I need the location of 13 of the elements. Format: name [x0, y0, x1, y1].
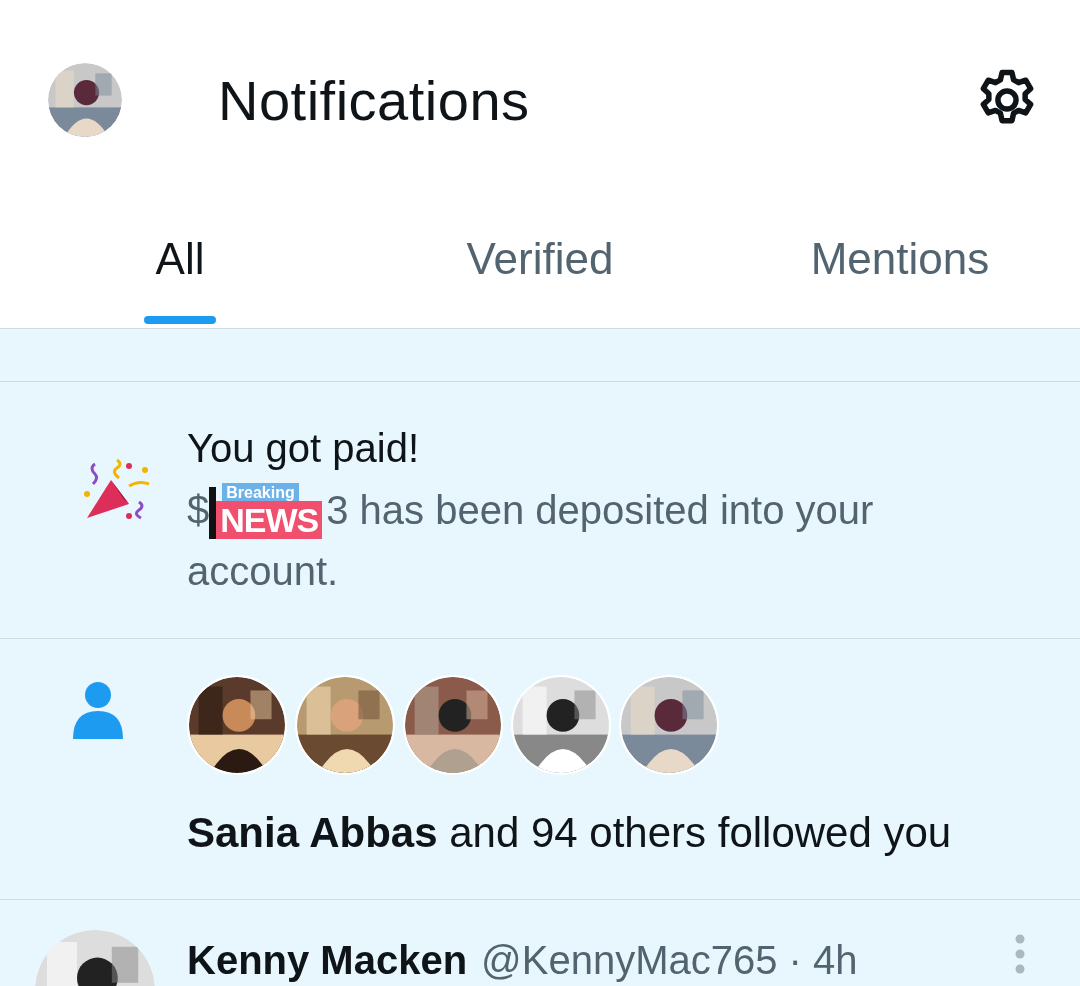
notification-text: 3 has been deposited into your	[326, 487, 874, 534]
tab[interactable]: Mentions	[720, 200, 1080, 328]
tab-indicator	[144, 316, 216, 324]
notification-title: You got paid!	[187, 425, 421, 472]
notification-text: $	[187, 487, 210, 534]
follow-text: Sania Abbas and 94 others followed you	[187, 808, 952, 858]
tab[interactable]: Verified	[360, 200, 720, 328]
breaking-news-sticker: Breaking NEWS	[209, 482, 323, 539]
page-title: Notifications	[218, 67, 531, 133]
post-meta: @KennyMac765 · 4h	[481, 938, 858, 983]
notification-text: account.	[187, 549, 339, 593]
tab[interactable]: All	[0, 200, 360, 328]
author-name[interactable]: Kenny Macken	[187, 938, 468, 983]
